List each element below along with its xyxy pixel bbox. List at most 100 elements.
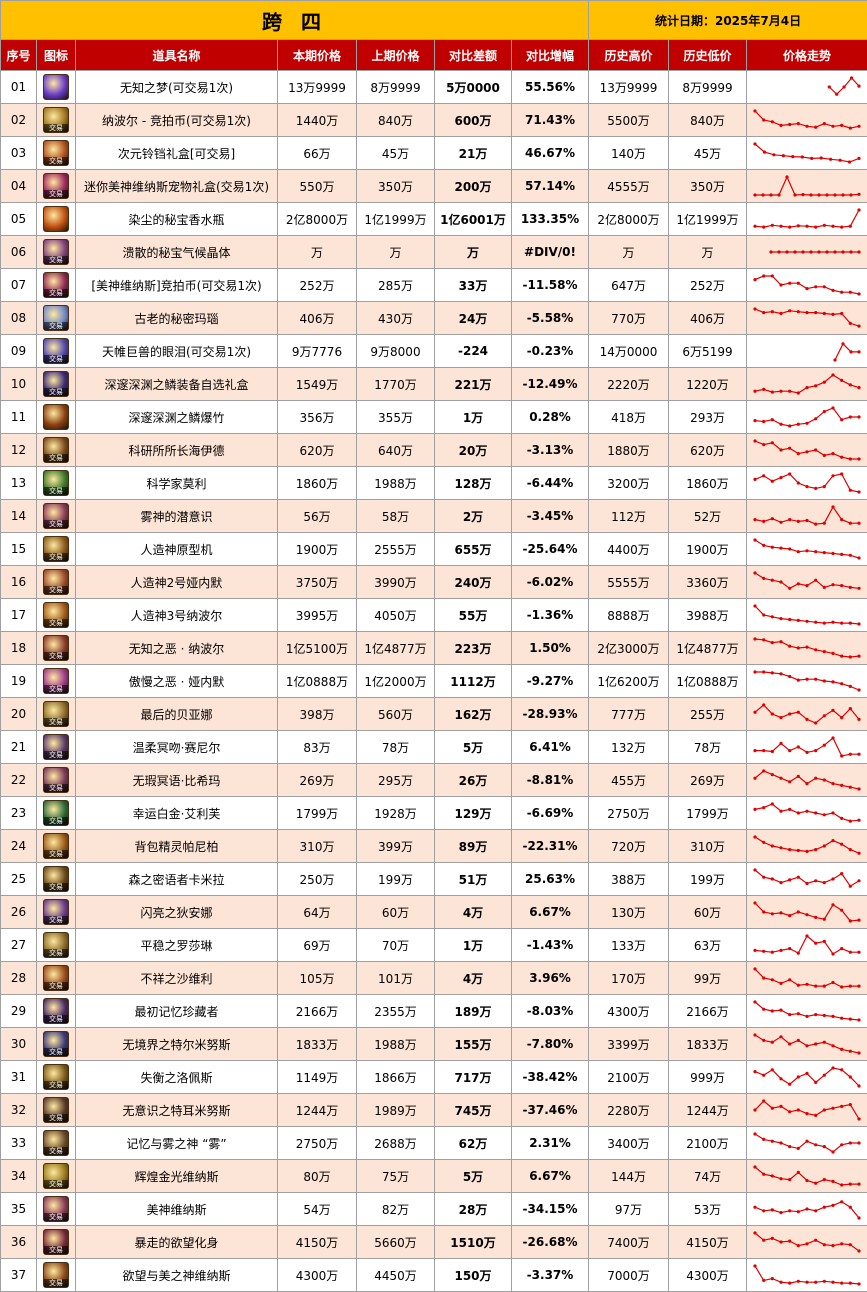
trend-point xyxy=(857,324,861,328)
current-price: 2750万 xyxy=(277,1126,357,1160)
price-diff: 1112万 xyxy=(434,664,512,698)
trend-line xyxy=(754,275,860,295)
trend-point xyxy=(840,584,844,588)
trend-line xyxy=(754,1034,860,1054)
stat-date: 统计日期：2025年7月4日 xyxy=(588,0,867,40)
trend-point xyxy=(770,120,774,124)
trend-point xyxy=(805,717,809,721)
trend-point xyxy=(822,1279,826,1283)
trend-point xyxy=(796,519,800,523)
price-change-pct: 6.67% xyxy=(510,1159,590,1193)
trend-point xyxy=(848,621,852,625)
row-number: 10 xyxy=(0,367,37,401)
trend-point xyxy=(785,175,789,179)
trend-point xyxy=(838,158,842,162)
trend-point xyxy=(753,749,757,753)
trend-point xyxy=(805,1242,809,1246)
trend-point xyxy=(857,818,861,822)
row-number: 16 xyxy=(0,565,37,599)
trend-point xyxy=(779,580,783,584)
icon-cell: 交易 xyxy=(36,829,76,863)
price-change-pct: -5.58% xyxy=(510,301,590,335)
trend-point xyxy=(796,710,800,714)
previous-price: 8万9999 xyxy=(356,70,435,104)
table-row: 15 交易 人造神原型机 1900万 2555万 655万 -25.64% 4400万 1900… xyxy=(0,532,867,566)
trend-point xyxy=(796,582,800,586)
trend-point xyxy=(796,618,800,622)
price-diff: 717万 xyxy=(434,1060,512,1094)
trend-point xyxy=(770,641,774,645)
price-trend-sparkline xyxy=(746,1258,867,1292)
trend-point xyxy=(770,773,774,777)
trend-chart xyxy=(753,1264,861,1286)
price-change-pct: -6.02% xyxy=(510,565,590,599)
trend-point xyxy=(788,749,792,753)
trend-point xyxy=(796,1146,800,1150)
trend-point xyxy=(840,123,844,127)
trend-point xyxy=(762,613,766,617)
trend-point xyxy=(805,645,809,649)
trend-point xyxy=(840,716,844,720)
trend-point xyxy=(857,1282,861,1286)
trend-point xyxy=(822,122,826,126)
row-number: 12 xyxy=(0,433,37,467)
history-high: 144万 xyxy=(588,1159,670,1193)
trade-tag: 交易 xyxy=(44,817,68,825)
trend-point xyxy=(822,585,826,589)
price-trend-sparkline xyxy=(746,961,867,995)
item-name: 无知之梦(可交易1次) xyxy=(75,70,278,104)
icon-cell: 交易 xyxy=(36,1192,76,1226)
trend-point xyxy=(822,1040,826,1044)
item-name: 人造神2号娅内默 xyxy=(75,565,278,599)
history-low: 252万 xyxy=(668,268,748,302)
trend-point xyxy=(831,224,835,228)
trend-point xyxy=(848,488,852,492)
trend-point xyxy=(857,1249,861,1253)
previous-price: 1928万 xyxy=(356,796,435,830)
trade-tag: 交易 xyxy=(44,553,68,561)
card-icon: 交易 xyxy=(43,833,69,859)
icon-cell: 交易 xyxy=(36,1060,76,1094)
trend-point xyxy=(814,1238,818,1242)
trend-point xyxy=(779,283,783,287)
trend-point xyxy=(753,710,757,714)
trend-point xyxy=(779,1035,783,1039)
item-name: 傲慢之恶 · 娅内默 xyxy=(75,664,278,698)
price-trend-sparkline xyxy=(746,367,867,401)
previous-price: 295万 xyxy=(356,763,435,797)
trend-point xyxy=(857,292,861,296)
trend-point xyxy=(814,677,818,681)
trade-tag: 交易 xyxy=(44,1015,68,1023)
trend-point xyxy=(840,378,844,382)
price-trend-sparkline xyxy=(746,1093,867,1127)
history-low: 620万 xyxy=(668,433,748,467)
trend-point xyxy=(831,474,835,478)
trend-point xyxy=(822,1243,826,1247)
current-price: 1860万 xyxy=(277,466,357,500)
trend-point xyxy=(753,1231,757,1235)
trend-point xyxy=(831,551,835,556)
table-row: 35 交易 美神维纳斯 54万 82万 28万 -34.15% 97万 53万 xyxy=(0,1192,867,1226)
trend-point xyxy=(831,312,835,316)
trend-point xyxy=(822,1205,826,1209)
price-trend-sparkline xyxy=(746,466,867,500)
price-diff: 24万 xyxy=(434,301,512,335)
icon-cell: 交易 xyxy=(36,730,76,764)
previous-price: 1亿4877万 xyxy=(356,631,435,665)
trend-point xyxy=(770,479,774,483)
price-diff: 20万 xyxy=(434,433,512,467)
history-low: 74万 xyxy=(668,1159,748,1193)
trend-point xyxy=(814,848,818,852)
current-price: 1亿0888万 xyxy=(277,664,357,698)
previous-price: 1988万 xyxy=(356,1027,435,1061)
trend-point xyxy=(805,386,809,390)
trend-chart xyxy=(753,571,861,590)
price-change-pct: -3.37% xyxy=(510,1258,590,1292)
trend-point xyxy=(857,654,861,658)
current-price: 2166万 xyxy=(277,994,357,1028)
price-change-pct: 6.41% xyxy=(510,730,590,764)
previous-price: 1770万 xyxy=(356,367,435,401)
trend-point xyxy=(848,707,852,711)
trade-tag: 交易 xyxy=(44,652,68,660)
agate-icon: 交易 xyxy=(43,305,69,331)
